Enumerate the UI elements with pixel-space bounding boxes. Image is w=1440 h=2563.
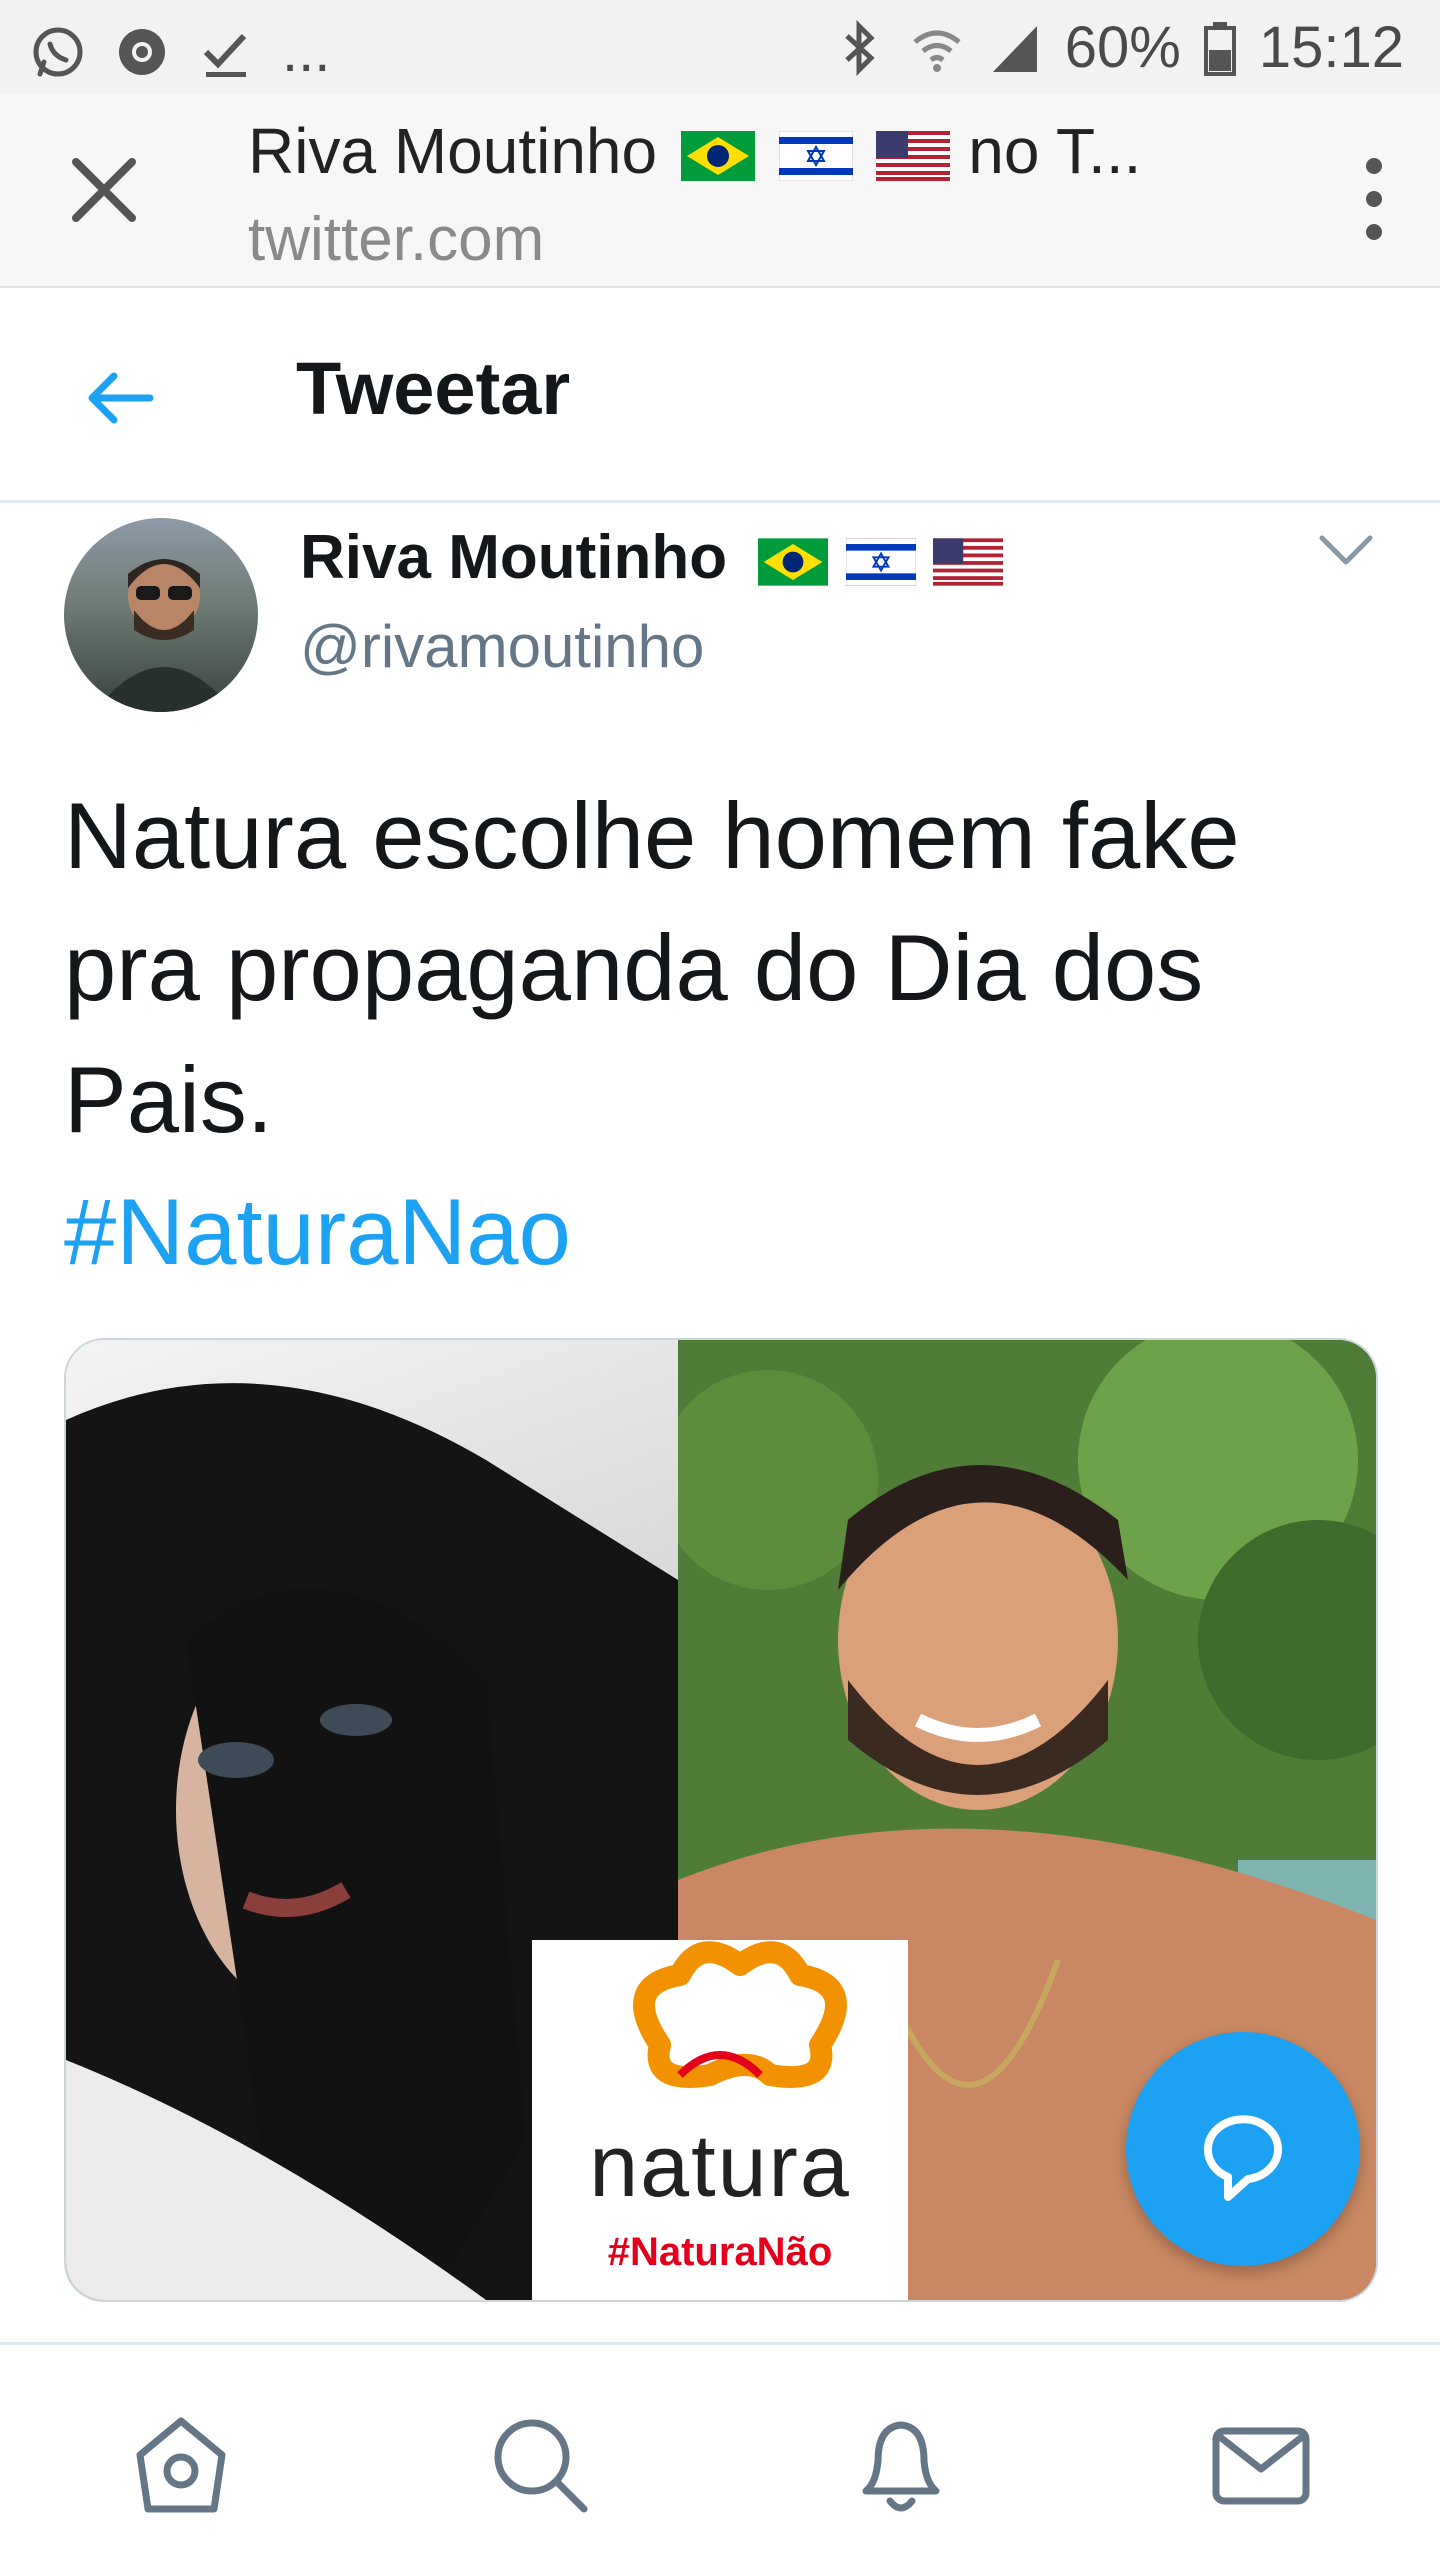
search-icon[interactable]: [484, 2409, 594, 2519]
home-icon[interactable]: [126, 2409, 236, 2519]
tweet-page-header: Tweetar: [0, 288, 1440, 503]
israel-flag-icon: [778, 131, 853, 182]
natura-flower-logo-icon: [633, 1941, 847, 2088]
author-name-text: Riva Moutinho: [300, 523, 728, 592]
natura-logo-text: natura: [589, 2116, 851, 2215]
author-name[interactable]: Riva Moutinho: [300, 522, 1003, 593]
chrome-icon: [119, 28, 165, 75]
page-title-tweetar: Tweetar: [296, 347, 571, 430]
signal-icon: [992, 25, 1037, 72]
status-bar-left: ...: [30, 18, 330, 85]
compose-reply-icon: [1204, 2115, 1282, 2201]
chevron-down-icon[interactable]: [1316, 530, 1376, 570]
brazil-flag-icon: [680, 131, 755, 182]
messages-icon[interactable]: [1206, 2409, 1316, 2519]
author-handle[interactable]: @rivamoutinho: [300, 612, 704, 681]
notifications-icon[interactable]: [846, 2409, 956, 2519]
natura-logo-box: natura #NaturaNão: [532, 1940, 908, 2300]
avatar-photo: [94, 559, 234, 712]
status-bar-right: 60% 15:12: [831, 14, 1404, 81]
israel-flag-icon: [845, 537, 917, 586]
bluetooth-icon: [845, 19, 875, 76]
status-bar: ... 60% 15:12: [0, 0, 1440, 94]
wifi-icon: [913, 30, 961, 72]
page-title-name: Riva Moutinho: [248, 115, 658, 187]
avatar[interactable]: [64, 518, 258, 712]
page-title: Riva Moutinho no T...: [248, 114, 1141, 188]
compose-reply-button[interactable]: [1126, 2032, 1360, 2266]
kebab-menu-icon[interactable]: [1344, 154, 1404, 244]
usa-flag-icon: [876, 131, 951, 182]
battery-percentage: 60%: [1064, 15, 1181, 80]
page-url: twitter.com: [248, 205, 545, 274]
clock: 15:12: [1258, 15, 1404, 80]
bottom-navigation: [0, 2342, 1440, 2563]
natura-logo-hashtag: #NaturaNão: [607, 2230, 833, 2274]
battery-icon: [1203, 21, 1236, 76]
more-notifications-text: ...: [282, 19, 331, 84]
download-done-icon: [203, 33, 247, 77]
tweet-body: Natura escolhe homem fake pra propaganda…: [64, 783, 1240, 1152]
back-arrow-icon[interactable]: [80, 358, 160, 438]
whatsapp-icon: [33, 27, 83, 76]
brazil-flag-icon: [758, 537, 829, 586]
hashtag-link[interactable]: #NaturaNao: [64, 1166, 1384, 1298]
usa-flag-icon: [932, 537, 1003, 586]
browser-toolbar: Riva Moutinho no T... twitter.com: [0, 94, 1440, 288]
tweet-text: Natura escolhe homem fake pra propaganda…: [64, 770, 1384, 1298]
close-icon[interactable]: [54, 140, 154, 240]
page-title-suffix: no T...: [968, 115, 1142, 187]
